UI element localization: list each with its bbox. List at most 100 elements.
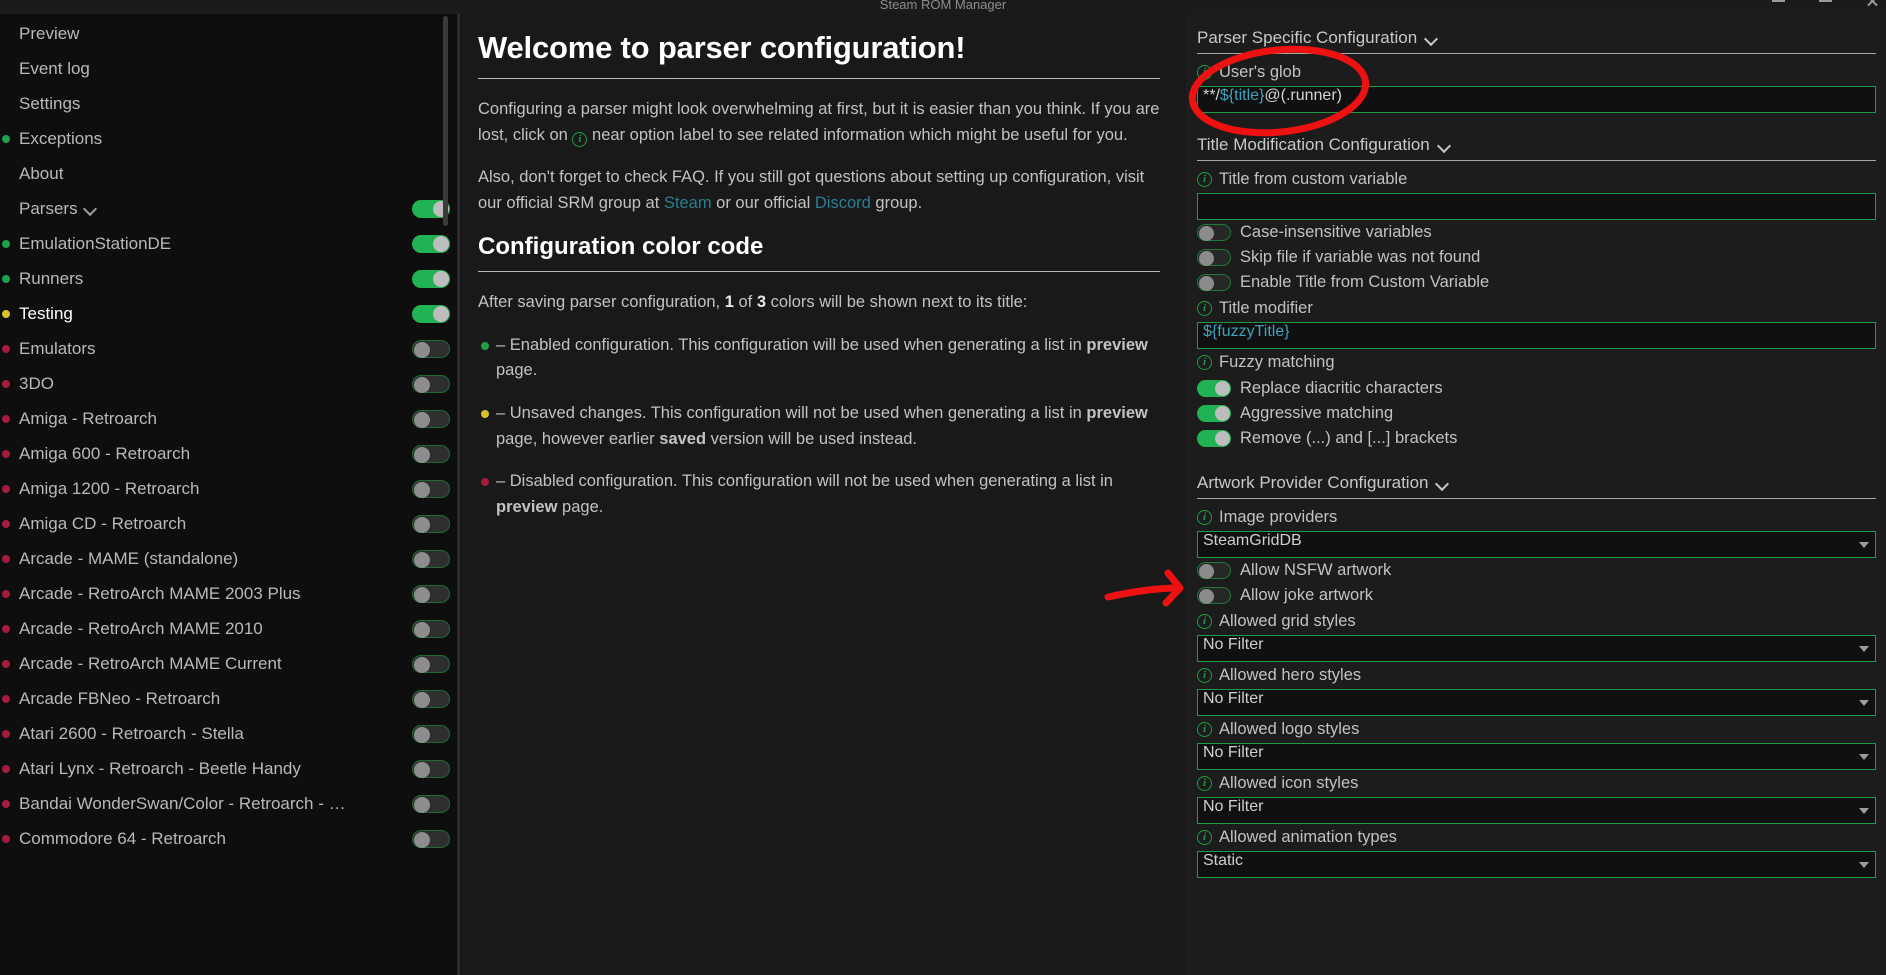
no-status-dot	[2, 170, 10, 178]
sidebar-item-arcade-retroarch-mame-2010[interactable]: Arcade - RetroArch MAME 2010	[0, 611, 460, 646]
no-status-dot	[2, 65, 10, 73]
sidebar-item-emulators[interactable]: Emulators	[0, 331, 460, 366]
info-icon[interactable]: i	[1197, 722, 1212, 737]
title-modifier-input[interactable]: ${fuzzyTitle}	[1197, 322, 1876, 349]
parser-enable-toggle[interactable]	[412, 619, 450, 638]
parser-enable-toggle[interactable]	[412, 269, 450, 288]
info-icon[interactable]: i	[1197, 355, 1212, 370]
parser-enable-toggle[interactable]	[412, 829, 450, 848]
info-icon[interactable]: i	[1197, 301, 1212, 316]
parser-enable-toggle[interactable]	[412, 514, 450, 533]
parser-enable-toggle[interactable]	[412, 794, 450, 813]
option-label: Case-insensitive variables	[1240, 223, 1432, 241]
parser-enable-toggle[interactable]	[412, 444, 450, 463]
sidebar-item-emulationstationde[interactable]: EmulationStationDE	[0, 226, 460, 261]
allowed-grid-styles-select[interactable]: No Filter	[1197, 635, 1876, 662]
glob-pre: **/	[1203, 87, 1220, 104]
custom-variable-input[interactable]	[1197, 193, 1876, 220]
maximize-button[interactable]	[1819, 0, 1832, 2]
sidebar-scrollbar-track[interactable]	[443, 14, 454, 975]
sidebar-item-runners[interactable]: Runners	[0, 261, 460, 296]
sidebar-item-parsers[interactable]: Parsers	[0, 191, 460, 226]
replace-diacritic-characters-toggle[interactable]	[1197, 380, 1231, 397]
sidebar-item-arcade-retroarch-mame-2003-plus[interactable]: Arcade - RetroArch MAME 2003 Plus	[0, 576, 460, 611]
case-insensitive-variables-toggle[interactable]	[1197, 224, 1231, 241]
info-icon[interactable]: i	[1197, 614, 1212, 629]
fuzzy-matching-label-row: i Fuzzy matching	[1197, 349, 1876, 376]
cc-red-2: page.	[557, 497, 604, 516]
sidebar-item-3do[interactable]: 3DO	[0, 366, 460, 401]
artwork-provider-title: Artwork Provider Configuration	[1197, 473, 1429, 492]
sidebar-item-event-log[interactable]: Event log	[0, 51, 460, 86]
info-icon[interactable]: i	[1197, 510, 1212, 525]
parser-specific-section-header[interactable]: Parser Specific Configuration	[1197, 24, 1876, 53]
aggressive-matching-toggle[interactable]	[1197, 405, 1231, 422]
sidebar-item-about[interactable]: About	[0, 156, 460, 191]
sidebar-item-amiga-600-retroarch[interactable]: Amiga 600 - Retroarch	[0, 436, 460, 471]
parser-enable-toggle[interactable]	[412, 304, 450, 323]
sidebar-item-label: Amiga CD - Retroarch	[19, 513, 187, 533]
parser-enable-toggle[interactable]	[412, 654, 450, 673]
allowed-icon-styles-select[interactable]: No Filter	[1197, 797, 1876, 824]
parser-enable-toggle[interactable]	[412, 724, 450, 743]
info-icon[interactable]: i	[1197, 65, 1212, 80]
parser-enable-toggle[interactable]	[412, 689, 450, 708]
sidebar-divider	[457, 14, 460, 975]
parser-enable-toggle[interactable]	[412, 339, 450, 358]
allowed-hero-styles-select[interactable]: No Filter	[1197, 689, 1876, 716]
parser-enable-toggle[interactable]	[412, 374, 450, 393]
chevron-down-icon[interactable]	[84, 201, 97, 214]
sidebar-item-label: Testing	[19, 303, 73, 323]
parser-enable-toggle[interactable]	[412, 479, 450, 498]
parser-enable-toggle[interactable]	[412, 409, 450, 428]
sidebar-item-atari-2600-retroarch-stella[interactable]: Atari 2600 - Retroarch - Stella	[0, 716, 460, 751]
sidebar-item-commodore-64-retroarch[interactable]: Commodore 64 - Retroarch	[0, 821, 460, 856]
sidebar-item-bandai-wonderswan-color-retroarch[interactable]: Bandai WonderSwan/Color - Retroarch - …	[0, 786, 460, 821]
info-icon[interactable]: i	[1197, 776, 1212, 791]
sidebar-item-arcade-retroarch-mame-current[interactable]: Arcade - RetroArch MAME Current	[0, 646, 460, 681]
parser-enable-toggle[interactable]	[412, 584, 450, 603]
sidebar-item-amiga-retroarch[interactable]: Amiga - Retroarch	[0, 401, 460, 436]
sidebar-item-atari-lynx-retroarch-beetle-handy[interactable]: Atari Lynx - Retroarch - Beetle Handy	[0, 751, 460, 786]
parser-specific-title: Parser Specific Configuration	[1197, 28, 1418, 47]
parser-enable-toggle[interactable]	[412, 549, 450, 568]
discord-link[interactable]: Discord	[815, 194, 871, 212]
remove-and-brackets-toggle[interactable]	[1197, 430, 1231, 447]
sidebar-item-amiga-cd-retroarch[interactable]: Amiga CD - Retroarch	[0, 506, 460, 541]
sidebar-item-exceptions[interactable]: Exceptions	[0, 121, 460, 156]
sidebar-scrollbar-thumb[interactable]	[443, 16, 448, 226]
allowed-icon-styles-select-wrap: No Filter	[1197, 797, 1876, 824]
info-icon[interactable]: i	[1197, 668, 1212, 683]
info-icon[interactable]: i	[1197, 172, 1212, 187]
option-label: Aggressive matching	[1240, 404, 1394, 422]
artwork-provider-section-header[interactable]: Artwork Provider Configuration	[1197, 469, 1876, 498]
sidebar-item-amiga-1200-retroarch[interactable]: Amiga 1200 - Retroarch	[0, 471, 460, 506]
allowed-logo-styles-select[interactable]: No Filter	[1197, 743, 1876, 770]
no-status-dot	[2, 100, 10, 108]
steam-link[interactable]: Steam	[664, 194, 712, 212]
sidebar[interactable]: Preview Event log Settings Exceptions About P…	[0, 14, 460, 975]
page-title: Welcome to parser configuration!	[478, 30, 966, 65]
sidebar-item-arcade-mame-standalone[interactable]: Arcade - MAME (standalone)	[0, 541, 460, 576]
parser-enable-toggle[interactable]	[412, 759, 450, 778]
sidebar-item-arcade-fbneo-retroarch[interactable]: Arcade FBNeo - Retroarch	[0, 681, 460, 716]
sidebar-item-settings[interactable]: Settings	[0, 86, 460, 121]
users-glob-label: User's glob	[1219, 63, 1302, 81]
sidebar-item-label: EmulationStationDE	[19, 233, 172, 253]
allow-joke-artwork-toggle[interactable]	[1197, 587, 1231, 604]
enable-title-from-custom-variable-toggle[interactable]	[1197, 274, 1231, 291]
title-modification-section-header[interactable]: Title Modification Configuration	[1197, 131, 1876, 160]
users-glob-input[interactable]: **/${title}@(.runner)	[1197, 86, 1876, 113]
sidebar-item-preview[interactable]: Preview	[0, 16, 460, 51]
skip-file-if-variable-was-not-found-toggle[interactable]	[1197, 249, 1231, 266]
image-providers-select[interactable]: SteamGridDB	[1197, 531, 1876, 558]
info-icon[interactable]: i	[1197, 830, 1212, 845]
minimize-button[interactable]	[1772, 0, 1785, 2]
intro-text-a2: near option label to see related informa…	[587, 125, 1128, 144]
allow-nsfw-artwork-toggle[interactable]	[1197, 562, 1231, 579]
parser-enable-toggle[interactable]	[412, 234, 450, 253]
close-icon[interactable]	[1866, 0, 1878, 7]
allowed-animation-types-select[interactable]: Static	[1197, 851, 1876, 878]
sidebar-item-label: Event log	[19, 58, 90, 78]
sidebar-item-testing[interactable]: Testing	[0, 296, 460, 331]
